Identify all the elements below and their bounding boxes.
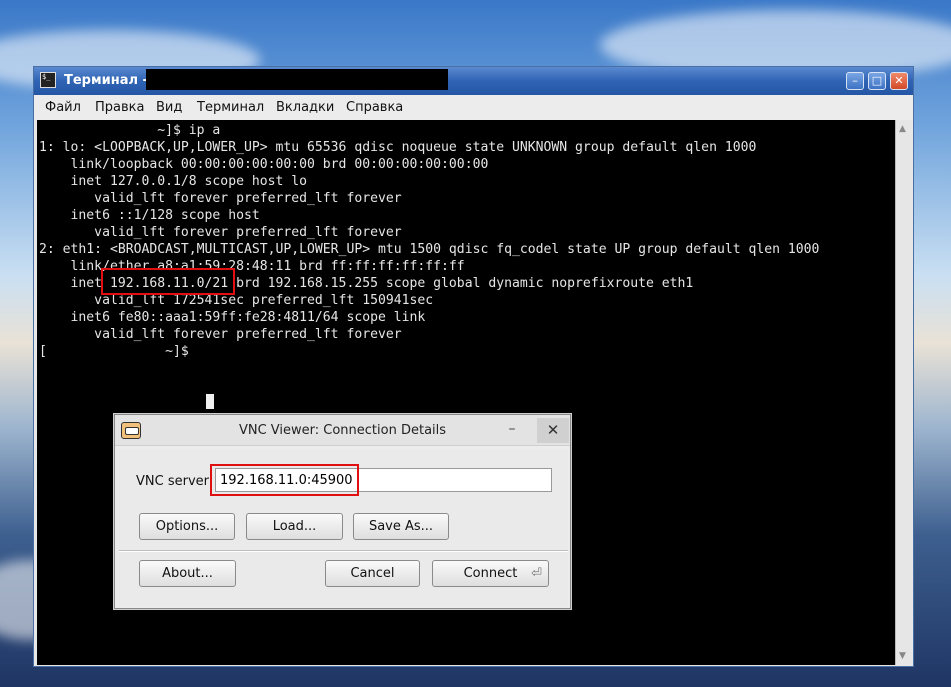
terminal-line: ~]$ ip a xyxy=(39,123,221,138)
about-button[interactable]: About... xyxy=(139,560,236,587)
vnc-connection-dialog: VNC Viewer: Connection Details – ✕ VNC s… xyxy=(114,414,571,609)
terminal-line: valid_lft forever preferred_lft forever xyxy=(39,191,402,206)
terminal-line: link/loopback 00:00:00:00:00:00 brd 00:0… xyxy=(39,157,489,172)
terminal-icon: $_ xyxy=(40,72,56,88)
menu-tabs[interactable]: Вкладки xyxy=(276,100,334,115)
menu-file[interactable]: Файл xyxy=(45,100,81,115)
terminal-line: inet6 fe80::aaa1:59ff:fe28:4811/64 scope… xyxy=(39,310,426,325)
vnc-close-icon[interactable]: ✕ xyxy=(537,418,569,443)
vnc-dialog-body: VNC server: Options... Load... Save As..… xyxy=(119,449,568,606)
vnc-titlebar[interactable]: VNC Viewer: Connection Details – ✕ xyxy=(115,415,570,446)
menu-edit[interactable]: Правка xyxy=(95,100,144,115)
terminal-line: 1: lo: <LOOPBACK,UP,LOWER_UP> mtu 65536 … xyxy=(39,140,757,155)
terminal-line: valid_lft forever preferred_lft forever xyxy=(39,225,402,240)
terminal-line: 2: eth1: <BROADCAST,MULTICAST,UP,LOWER_U… xyxy=(39,242,820,257)
cancel-button[interactable]: Cancel xyxy=(325,560,420,587)
connect-label: Connect xyxy=(463,566,518,581)
terminal-menubar: Файл Правка Вид Терминал Вкладки Справка xyxy=(34,95,913,120)
menu-help[interactable]: Справка xyxy=(346,100,403,115)
scroll-up-icon[interactable]: ▲ xyxy=(899,124,906,134)
options-button[interactable]: Options... xyxy=(139,513,235,540)
terminal-line: inet6 ::1/128 scope host xyxy=(39,208,260,223)
terminal-titlebar[interactable]: $_ Терминал - – □ ✕ xyxy=(34,67,913,95)
terminal-cursor xyxy=(206,394,214,409)
vnc-title: VNC Viewer: Connection Details xyxy=(238,423,447,438)
ip-highlight-box xyxy=(101,268,235,295)
terminal-line: valid_lft 172541sec preferred_lft 150941… xyxy=(39,293,434,308)
server-highlight-box xyxy=(210,464,359,496)
maximize-button[interactable]: □ xyxy=(868,72,886,90)
vnc-server-label: VNC server: xyxy=(136,474,214,489)
terminal-scrollbar[interactable]: ▲ ▼ xyxy=(895,120,912,665)
terminal-line: valid_lft forever preferred_lft forever xyxy=(39,327,402,342)
terminal-line: [ ~]$ xyxy=(39,344,197,359)
vnc-minimize-icon[interactable]: – xyxy=(505,421,519,437)
vnc-separator xyxy=(119,550,568,552)
load-button[interactable]: Load... xyxy=(246,513,343,540)
minimize-button[interactable]: – xyxy=(846,72,864,90)
terminal-line: inet 127.0.0.1/8 scope host lo xyxy=(39,174,308,189)
title-redaction xyxy=(146,69,448,90)
scroll-down-icon[interactable]: ▼ xyxy=(899,651,906,661)
connect-button[interactable]: Connect ⏎ xyxy=(432,560,549,587)
save-as-button[interactable]: Save As... xyxy=(353,513,449,540)
menu-view[interactable]: Вид xyxy=(156,100,182,115)
return-arrow-icon: ⏎ xyxy=(531,566,542,581)
terminal-title: Терминал - xyxy=(64,73,148,88)
close-button[interactable]: ✕ xyxy=(890,72,908,90)
terminal-text: ~]$ ip a 1: lo: <LOOPBACK,UP,LOWER_UP> m… xyxy=(39,122,819,360)
minimize-icon: – xyxy=(852,74,858,87)
maximize-icon: □ xyxy=(871,74,883,87)
close-icon: ✕ xyxy=(894,74,904,87)
menu-terminal[interactable]: Терминал xyxy=(197,100,264,115)
